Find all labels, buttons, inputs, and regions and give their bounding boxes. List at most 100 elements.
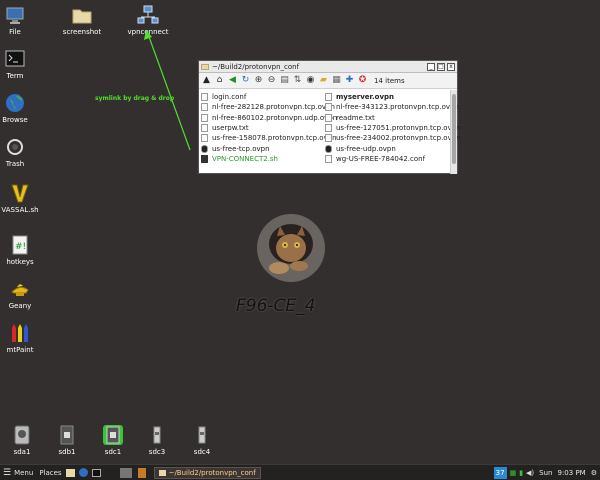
usb-drive-icon xyxy=(56,424,78,446)
drive-label: sdc3 xyxy=(148,448,166,456)
home-folder-icon[interactable] xyxy=(65,467,76,479)
file-item[interactable]: VPN-CONNECT2.sh xyxy=(201,154,326,164)
desktop-icon-hotkeys[interactable]: #! hotkeys xyxy=(0,234,42,266)
window-titlebar[interactable]: ~/Build2/protonvpn_conf _ □ x xyxy=(199,61,457,73)
places-button[interactable]: Places xyxy=(39,467,61,479)
drive-icon-sdc3[interactable]: sdc3 xyxy=(135,424,179,456)
desktop-icon-label: Browse xyxy=(2,116,28,124)
menu-button[interactable]: Menu xyxy=(14,467,33,479)
file-name: VPN-CONNECT2.sh xyxy=(212,154,278,163)
window-toolbar: ▲ ⌂ ◀ ↻ ⊕ ⊖ ▤ ⇅ ◉ ▰ ▦ ✚ ✪ 14 items xyxy=(199,73,457,89)
drive-icon-sdb1[interactable]: sdb1 xyxy=(45,424,89,456)
svg-text:#!: #! xyxy=(15,242,26,252)
network-status-icon[interactable]: ▦ xyxy=(510,467,517,479)
drive-icon-sdc1[interactable]: sdc1 xyxy=(91,424,135,456)
menu-icon[interactable]: ☰ xyxy=(3,467,11,479)
drive-icon-sdc4[interactable]: sdc4 xyxy=(180,424,224,456)
terminal-icon[interactable] xyxy=(91,467,102,479)
clock-time[interactable]: 9:03 PM xyxy=(558,467,586,479)
file-item[interactable]: myserver.ovpn xyxy=(325,92,450,102)
workspace-icon[interactable] xyxy=(137,467,148,479)
desktop-icon-label: hotkeys xyxy=(6,258,34,266)
file-item[interactable]: nl-free-860102.protonvpn.udp.ovpn xyxy=(201,113,337,123)
view-list-icon[interactable]: ▤ xyxy=(279,75,290,86)
drive-label: sdc1 xyxy=(104,448,122,456)
folder-icon xyxy=(71,4,93,26)
file-icon xyxy=(201,103,208,112)
script-file-icon xyxy=(201,154,208,163)
drive-label: sdc4 xyxy=(193,448,211,456)
file-item[interactable]: us-free-127051.protonvpn.tcp.ovpn xyxy=(325,123,461,133)
settings-icon[interactable]: ⚙ xyxy=(591,467,597,479)
lifebuoy-icon[interactable]: ✪ xyxy=(357,75,368,86)
file-item[interactable]: readme.txt xyxy=(325,113,450,123)
zoom-out-icon[interactable]: ⊖ xyxy=(266,75,277,86)
browser-icon[interactable] xyxy=(78,467,89,479)
new-item-icon[interactable]: ✚ xyxy=(344,75,355,86)
desktop-icon-screenshot[interactable]: screenshot xyxy=(60,4,104,36)
file-item[interactable]: userpw.txt xyxy=(201,123,326,133)
up-arrow-icon[interactable]: ▲ xyxy=(201,75,212,86)
usb-drive-icon xyxy=(146,424,168,446)
desktop-icon-vassal[interactable]: VASSAL.sh xyxy=(0,182,42,214)
sort-icon[interactable]: ⇅ xyxy=(292,75,303,86)
zoom-in-icon[interactable]: ⊕ xyxy=(253,75,264,86)
properties-icon[interactable]: ▦ xyxy=(331,75,342,86)
show-desktop-icon[interactable] xyxy=(119,467,134,479)
desktop-icon-label: Trash xyxy=(5,160,25,168)
file-name: us-free-158078.protonvpn.tcp.ovpn xyxy=(212,134,337,143)
desktop-icon-label: screenshot xyxy=(62,28,102,36)
file-name: nl-free-343123.protonvpn.tcp.ovpn xyxy=(336,103,459,112)
desktop-icon-browse[interactable]: Browse xyxy=(0,92,37,124)
eye-icon[interactable]: ◉ xyxy=(305,75,316,86)
volume-icon[interactable]: ◀) xyxy=(526,467,534,479)
file-icon xyxy=(201,134,208,143)
file-item[interactable]: nl-free-282128.protonvpn.tcp.ovpn xyxy=(201,102,335,112)
vassal-icon xyxy=(9,182,31,204)
annotation-arrow xyxy=(144,30,191,151)
file-icon xyxy=(325,113,332,122)
back-icon[interactable]: ◀ xyxy=(227,75,238,86)
file-icon xyxy=(201,93,208,102)
desktop-icon-mtpaint[interactable]: mtPaint xyxy=(0,322,42,354)
taskbar: ☰ Menu Places ~/Build2/protonvpn_conf 37… xyxy=(0,464,600,480)
minimize-button[interactable]: _ xyxy=(427,62,435,71)
refresh-icon[interactable]: ↻ xyxy=(240,75,251,86)
close-button[interactable]: x xyxy=(447,62,455,71)
taskbar-window-button[interactable]: ~/Build2/protonvpn_conf xyxy=(153,466,261,479)
notification-badge[interactable]: 37 xyxy=(493,466,507,479)
desktop-icon-geany[interactable]: Geany xyxy=(0,278,42,310)
desktop-icon-term[interactable]: Term xyxy=(0,48,37,80)
drive-label: sdb1 xyxy=(58,448,76,456)
file-name: login.conf xyxy=(212,93,247,102)
file-name: readme.txt xyxy=(336,113,375,122)
file-item[interactable]: us-free-234002.protonvpn.tcp.ovpn xyxy=(325,133,461,143)
drive-icon-sda1[interactable]: sda1 xyxy=(0,424,44,456)
desktop-icon-trash[interactable]: Trash xyxy=(0,136,37,168)
desktop-icon-label: VASSAL.sh xyxy=(1,206,39,214)
folder-icon xyxy=(201,63,209,70)
scrollbar-thumb[interactable] xyxy=(452,94,456,164)
maximize-button[interactable]: □ xyxy=(437,62,445,71)
file-manager-window[interactable]: ~/Build2/protonvpn_conf _ □ x ▲ ⌂ ◀ ↻ ⊕ … xyxy=(198,60,461,174)
home-icon[interactable]: ⌂ xyxy=(214,75,225,86)
taskbar-window-title: ~/Build2/protonvpn_conf xyxy=(168,468,256,477)
file-item[interactable]: login.conf xyxy=(201,92,326,102)
file-item[interactable]: wg-US-FREE-784042.conf xyxy=(325,154,450,164)
desktop-icon-file[interactable]: File xyxy=(0,4,37,36)
wallpaper-cat-image xyxy=(255,210,327,290)
file-item[interactable]: nl-free-343123.protonvpn.tcp.ovpn xyxy=(325,102,459,112)
file-item[interactable]: us-free-158078.protonvpn.tcp.ovpn xyxy=(201,133,337,143)
file-item[interactable]: us-free-udp.ovpn xyxy=(325,143,450,153)
new-folder-icon[interactable]: ▰ xyxy=(318,75,329,86)
battery-icon[interactable]: ▮ xyxy=(519,467,523,479)
file-item[interactable]: us-free-tcp.ovpn xyxy=(201,143,326,153)
file-icon xyxy=(325,124,332,133)
network-icon xyxy=(137,4,159,26)
script-icon: #! xyxy=(9,234,31,256)
clock-day: Sun xyxy=(539,468,553,477)
crayons-icon xyxy=(9,322,31,344)
file-name: us-free-udp.ovpn xyxy=(336,144,396,153)
file-name: myserver.ovpn xyxy=(336,93,395,102)
vertical-scrollbar[interactable] xyxy=(450,90,457,174)
